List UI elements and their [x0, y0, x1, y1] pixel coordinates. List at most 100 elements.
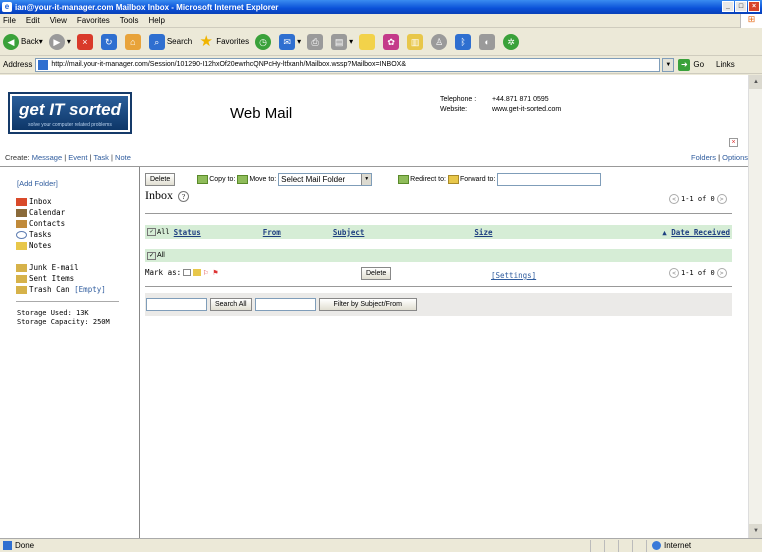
col-size[interactable]: Size	[474, 228, 492, 237]
sidebar-item-tasks[interactable]: Tasks	[16, 230, 52, 239]
col-date-received[interactable]: ▲ Date Received	[662, 228, 730, 237]
folders-link[interactable]: Folders	[691, 153, 716, 162]
help-icon[interactable]: ?	[178, 190, 189, 202]
close-button[interactable]: ×	[748, 1, 760, 12]
minimize-button[interactable]: _	[722, 1, 734, 12]
next-page-icon[interactable]: >	[716, 268, 727, 278]
mail-button[interactable]: ✉ ▾	[279, 33, 301, 50]
address-input[interactable]: http://mail.your-it-manager.com/Session/…	[35, 57, 661, 72]
address-dropdown-button[interactable]: ▼	[662, 57, 675, 72]
flag-icon[interactable]: ⚑	[213, 269, 221, 277]
move-icon	[237, 174, 249, 184]
sidebar-item-junk[interactable]: Junk E-mail	[16, 263, 79, 272]
scroll-up-icon[interactable]: ▲	[749, 75, 762, 89]
folder-button[interactable]	[359, 33, 377, 50]
forward-button[interactable]: ▶ ▾	[48, 33, 71, 50]
broken-image-icon: ×	[729, 138, 738, 147]
page-icon	[3, 541, 12, 550]
menu-file[interactable]: File	[3, 16, 16, 25]
vertical-scrollbar[interactable]: ▲ ▼	[748, 75, 762, 538]
folder-icon	[16, 263, 27, 272]
col-status[interactable]: Status	[174, 228, 201, 237]
forward-to-button[interactable]: Forward to:	[447, 174, 495, 184]
flag-outline-icon[interactable]: ⚐	[203, 269, 211, 277]
unread-mail-icon[interactable]	[193, 269, 202, 276]
refresh-icon: ↻	[100, 33, 117, 50]
trash-icon	[16, 285, 27, 294]
back-button[interactable]: ◀ Back ▾	[3, 33, 43, 50]
redirect-to-button[interactable]: Redirect to:	[398, 174, 446, 184]
next-page-icon[interactable]: >	[716, 194, 727, 204]
prev-page-icon[interactable]: <	[669, 268, 679, 278]
menu-edit[interactable]: Edit	[26, 16, 40, 25]
options-link[interactable]: Options	[722, 153, 748, 162]
history-button[interactable]: ◷	[255, 33, 273, 50]
contact-info: Telephone : +44.871 871 0595 Website: www.…	[440, 95, 561, 115]
tool-button[interactable]: ◐	[479, 33, 497, 50]
search-icon: ⌕	[148, 33, 165, 50]
history-icon: ◷	[255, 33, 272, 50]
contacts-icon	[16, 219, 27, 228]
filter-input[interactable]	[254, 298, 316, 311]
status-text: Done	[0, 541, 590, 550]
create-task-link[interactable]: Task	[93, 153, 108, 162]
scroll-down-icon[interactable]: ▼	[749, 524, 762, 538]
go-button[interactable]: ➜ Go	[678, 58, 704, 71]
favorites-button[interactable]: ★ Favorites	[198, 33, 249, 50]
delete-button-bottom[interactable]: Delete	[361, 267, 392, 280]
folder-select[interactable]: Select Mail Folder ▼	[278, 172, 373, 186]
window-controls: _ □ ×	[722, 1, 760, 12]
move-to-button[interactable]: Move to:	[237, 174, 276, 184]
forward-to-input[interactable]	[497, 172, 602, 186]
bluetooth-button[interactable]: ᛒ	[455, 33, 473, 50]
mail-icon: ✉	[279, 33, 296, 50]
search-button[interactable]: ⌕ Search	[148, 33, 192, 50]
menu-help[interactable]: Help	[148, 16, 164, 25]
research-button[interactable]: ▥	[407, 33, 425, 50]
links-button[interactable]: Links	[716, 60, 735, 69]
create-event-link[interactable]: Event	[68, 153, 87, 162]
create-message-link[interactable]: Message	[32, 153, 62, 162]
search-all-button[interactable]: Search All	[210, 298, 252, 311]
sidebar-item-trash[interactable]: Trash Can [Empty]	[16, 285, 106, 294]
prev-page-icon[interactable]: <	[669, 194, 679, 204]
messenger-button[interactable]: ✿	[383, 33, 401, 50]
copy-to-button[interactable]: Copy to:	[197, 174, 235, 184]
research-icon: ▥	[407, 33, 424, 50]
create-note-link[interactable]: Note	[115, 153, 131, 162]
delete-button[interactable]: Delete	[145, 172, 176, 186]
add-folder-link[interactable]: [Add Folder]	[17, 179, 58, 188]
filter-button[interactable]: Filter by Subject/From	[318, 298, 417, 311]
sidebar-item-inbox[interactable]: Inbox	[16, 197, 52, 206]
mark-as-bar: Mark as: ⚐ ⚑	[145, 268, 221, 277]
settings-link[interactable]: [Settings]	[491, 271, 536, 280]
col-from[interactable]: From	[263, 228, 281, 237]
extra-button[interactable]: ✲	[503, 33, 521, 50]
menu-favorites[interactable]: Favorites	[77, 16, 110, 25]
stop-button[interactable]: ×	[76, 33, 95, 50]
sidebar-item-contacts[interactable]: Contacts	[16, 219, 65, 228]
storage-used: Storage Used: 13K	[17, 309, 89, 317]
sidebar-item-sent[interactable]: Sent Items	[16, 274, 74, 283]
address-url: http://mail.your-it-manager.com/Session/…	[51, 61, 406, 68]
sidebar-item-notes[interactable]: Notes	[16, 241, 52, 250]
select-all-footer[interactable]: ✓ All	[147, 251, 165, 260]
refresh-button[interactable]: ↻	[100, 33, 119, 50]
sidebar-item-calendar[interactable]: Calendar	[16, 208, 65, 217]
telephone-label: Telephone :	[440, 96, 477, 103]
edit-button[interactable]: ▤ ▾	[331, 33, 353, 50]
ie-icon: e	[2, 2, 12, 12]
user-button[interactable]: ♙	[431, 33, 449, 50]
search-all-input[interactable]	[146, 298, 207, 311]
print-button[interactable]: ⎙	[307, 33, 325, 50]
home-button[interactable]: ⌂	[124, 33, 143, 50]
company-logo: get IT sorted solve your computer relate…	[8, 92, 132, 134]
menu-tools[interactable]: Tools	[120, 16, 139, 25]
folder-icon	[359, 33, 376, 50]
col-subject[interactable]: Subject	[333, 228, 365, 237]
maximize-button[interactable]: □	[735, 1, 747, 12]
read-mail-icon[interactable]	[183, 269, 192, 276]
menu-view[interactable]: View	[50, 16, 67, 25]
select-all-header[interactable]: ✓ All	[147, 228, 170, 236]
empty-trash-link[interactable]: [Empty]	[74, 285, 106, 294]
